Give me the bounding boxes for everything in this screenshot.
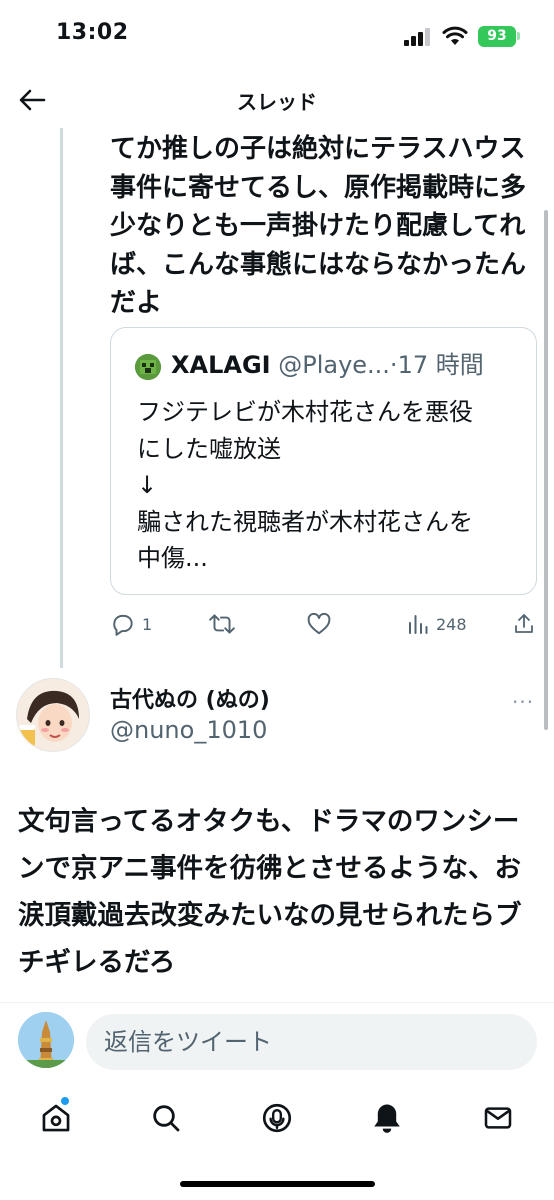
more-options-button[interactable]: ··· xyxy=(512,690,534,714)
tab-home[interactable] xyxy=(36,1096,76,1138)
signal-icon xyxy=(404,28,434,46)
retweet-button[interactable] xyxy=(208,606,236,642)
home-indicator[interactable] xyxy=(180,1181,375,1187)
divider xyxy=(0,1002,554,1003)
nav-header: スレッド xyxy=(0,72,554,128)
scrollbar[interactable] xyxy=(544,210,548,730)
bottom-tab-bar xyxy=(0,1090,554,1146)
status-bar: 13:02 93 xyxy=(0,0,554,72)
battery-nub xyxy=(517,32,520,40)
tab-notifications[interactable] xyxy=(367,1098,407,1138)
battery-icon: 93 xyxy=(478,26,516,47)
quote-text-line: ↓ xyxy=(137,471,158,499)
tweet-text: てか推しの子は絶対にテラスハウス事件に寄せてるし、原作掲載時に多少なりとも一声掛… xyxy=(110,134,527,318)
quote-text: フジテレビが木村花さんを悪役 にした嘘放送 ↓ 騙された視聴者が木村花さんを 中… xyxy=(137,394,517,577)
reply-button[interactable]: 1 xyxy=(110,606,152,642)
quote-avatar xyxy=(135,354,161,380)
mail-icon xyxy=(484,1107,512,1129)
quote-timestamp: 17 時間 xyxy=(397,351,484,379)
reply-author-handle[interactable]: @nuno_1010 xyxy=(110,716,267,744)
reply-text: 文句言ってるオタクも、ドラマのワンシーンで京アニ事件を彷彿とさせるような、お涙頂… xyxy=(18,806,522,978)
spaces-icon xyxy=(262,1103,292,1133)
reply-composer-input[interactable]: 返信をツイート xyxy=(86,1014,537,1070)
search-icon xyxy=(153,1105,180,1132)
share-button[interactable] xyxy=(512,606,536,642)
my-avatar[interactable] xyxy=(18,1012,74,1068)
tab-spaces[interactable] xyxy=(257,1098,297,1138)
heart-icon xyxy=(307,612,331,635)
quote-author-handle: @Playe... xyxy=(278,351,390,379)
tab-messages[interactable] xyxy=(478,1098,518,1138)
view-count: 248 xyxy=(436,614,467,634)
quote-text-line: フジテレビが木村花さんを悪役 xyxy=(137,398,473,426)
status-time: 13:02 xyxy=(56,20,129,45)
retweet-icon xyxy=(209,614,235,634)
bell-icon xyxy=(374,1104,400,1133)
views-button[interactable]: 248 xyxy=(406,606,467,642)
quote-text-line: 中傷... xyxy=(137,544,208,572)
quote-text-line: にした嘘放送 xyxy=(137,434,281,463)
quote-author-name: XALAGI xyxy=(171,351,271,379)
quote-meta: XALAGI @Playe...·17 時間 xyxy=(171,348,531,382)
reply-author-name[interactable]: 古代ぬの (ぬの) xyxy=(110,682,270,714)
battery-level: 93 xyxy=(487,28,507,44)
home-icon xyxy=(42,1104,70,1132)
quote-tweet-card[interactable]: XALAGI @Playe...·17 時間 フジテレビが木村花さんを悪役 にし… xyxy=(110,327,537,595)
like-button[interactable] xyxy=(306,606,332,642)
reply-count: 1 xyxy=(142,614,153,634)
notification-dot xyxy=(60,1096,70,1106)
share-icon xyxy=(515,614,533,633)
bar-chart-icon xyxy=(409,615,428,634)
tab-search[interactable] xyxy=(146,1098,186,1138)
reply-icon xyxy=(113,614,133,636)
thread-connector-line xyxy=(60,128,63,668)
avatar[interactable] xyxy=(16,678,90,752)
quote-separator: · xyxy=(389,351,398,379)
tweet-actions: 1 248 xyxy=(110,606,540,642)
wifi-icon xyxy=(442,25,468,47)
page-title: スレッド xyxy=(237,90,317,114)
quote-text-line: 騙された視聴者が木村花さんを xyxy=(137,507,473,536)
